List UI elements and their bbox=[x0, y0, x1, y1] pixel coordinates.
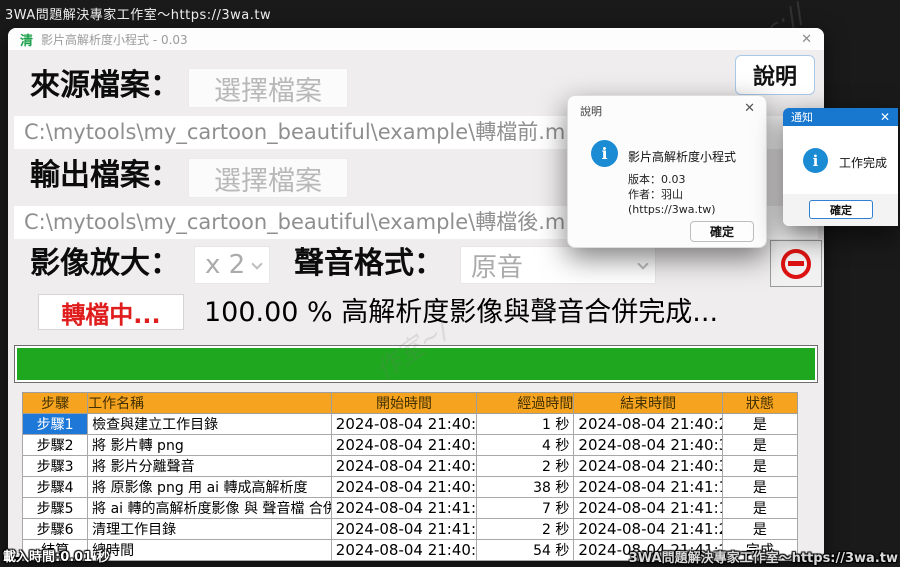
table-cell[interactable]: 步驟5 bbox=[21, 497, 89, 519]
table-cell[interactable]: 2024-08-04 21:40:33 bbox=[330, 476, 478, 498]
source-file-label: 來源檔案： bbox=[30, 68, 180, 103]
table-cell[interactable]: 2024-08-04 21:41:18 bbox=[330, 518, 478, 540]
table-cell[interactable]: 檢查與建立工作目錄 bbox=[87, 413, 332, 435]
help-dialog: 說明 ✕ i 影片高解析度小程式 版本：0.03 作者：羽山 (https://… bbox=[567, 95, 767, 248]
table-cell[interactable]: 2 秒 bbox=[476, 518, 575, 540]
notify-dialog-ok-button[interactable]: 確定 bbox=[809, 200, 873, 219]
table-row: 步驟1檢查與建立工作目錄2024-08-04 21:40:261 秒2024-0… bbox=[21, 413, 799, 435]
table-cell[interactable]: 2024-08-04 21:40:31 bbox=[330, 455, 478, 477]
notify-dialog-close-icon[interactable]: ✕ bbox=[880, 110, 890, 124]
task-table: 步驟 工作名稱 開始時間 經過時間 結束時間 狀態 步驟1 檢查與建立工作目錄 2024-08… bbox=[21, 392, 799, 561]
table-cell[interactable]: 步驟3 bbox=[21, 455, 89, 477]
table-cell[interactable]: 2024-08-04 21:41:11 bbox=[330, 497, 478, 519]
table-cell[interactable]: 38 秒 bbox=[476, 476, 575, 498]
converting-status-button[interactable]: 轉檔中... bbox=[38, 294, 184, 330]
source-choose-file-button[interactable]: 選擇檔案 bbox=[188, 68, 348, 108]
table-cell[interactable]: 2024-08-04 21:41:18 bbox=[573, 497, 723, 519]
table-cell[interactable]: 2024-08-04 21:41:20 bbox=[573, 518, 723, 540]
window-title: 影片高解析度小程式 - 0.03 bbox=[41, 32, 188, 47]
info-icon: i bbox=[591, 140, 618, 167]
desktop-top-caption: 3WA問題解決專家工作室～https://3wa.tw bbox=[5, 8, 272, 23]
table-cell[interactable]: 2024-08-04 21:40:26 bbox=[330, 413, 478, 435]
table-header-cell: 結束時間 bbox=[573, 392, 723, 414]
notify-dialog-title: 通知 bbox=[791, 111, 813, 124]
table-cell[interactable]: 2024-08-04 21:40:31 bbox=[573, 434, 723, 456]
scale-label: 影像放大： bbox=[30, 246, 180, 281]
output-file-label: 輸出檔案： bbox=[30, 158, 180, 193]
window-titlebar: 清 影片高解析度小程式 - 0.03 ✕ bbox=[8, 28, 824, 50]
scale-select[interactable]: x 2 bbox=[194, 246, 270, 284]
table-cell[interactable]: 54 秒 bbox=[476, 539, 575, 561]
table-body: 步驟1檢查與建立工作目錄2024-08-04 21:40:261 秒2024-0… bbox=[21, 413, 799, 561]
table-cell[interactable]: 是 bbox=[721, 476, 799, 498]
table-row: 步驟6清理工作目錄2024-08-04 21:41:182 秒2024-08-0… bbox=[21, 518, 799, 540]
help-dialog-meta: 版本：0.03 作者：羽山 (https://3wa.tw) bbox=[628, 172, 766, 217]
stop-icon bbox=[781, 248, 811, 279]
table-cell[interactable]: 將 原影像 png 用 ai 轉成高解析度 bbox=[87, 476, 332, 498]
chevron-down-icon bbox=[251, 258, 263, 270]
table-row: 步驟5 將 ai 轉的高解析度影像 與 聲音檔 合併... 2024-08-04 2… bbox=[21, 497, 799, 519]
desktop-bottom-caption: 3WA問題解決專家工作室～https://3wa.tw bbox=[628, 551, 898, 566]
table-header-row: 步驟 工作名稱 開始時間 經過時間 結束時間 狀態 bbox=[21, 392, 799, 414]
progress-bar bbox=[14, 345, 818, 383]
table-cell[interactable]: 7 秒 bbox=[476, 497, 575, 519]
output-choose-file-button[interactable]: 選擇檔案 bbox=[188, 158, 348, 198]
table-cell[interactable]: 步驟1 bbox=[21, 413, 89, 435]
app-icon: 清 bbox=[20, 33, 34, 49]
audio-format-label: 聲音格式： bbox=[294, 246, 444, 281]
desktop: 3WA問題解決專家工作室～https://3wa.tw ttps:// 清 影片… bbox=[0, 0, 900, 567]
help-dialog-version: 版本：0.03 bbox=[628, 173, 686, 186]
table-header-cell: 工作名稱 bbox=[87, 392, 332, 414]
notify-dialog-message: 工作完成 bbox=[839, 156, 888, 170]
audio-format-select[interactable]: 原音 bbox=[460, 246, 656, 284]
table-cell[interactable]: 2024-08-04 21:40:27 bbox=[573, 413, 723, 435]
table-cell[interactable]: 是 bbox=[721, 413, 799, 435]
table-header-cell: 經過時間 bbox=[476, 392, 575, 414]
table-cell[interactable]: 是 bbox=[721, 455, 799, 477]
table-cell[interactable]: 是 bbox=[721, 434, 799, 456]
window-close-icon[interactable]: ✕ bbox=[801, 32, 812, 47]
table-cell[interactable]: 是 bbox=[721, 497, 799, 519]
notify-dialog-titlebar: 通知 ✕ bbox=[783, 108, 898, 126]
table-cell[interactable]: 將 ai 轉的高解析度影像 與 聲音檔 合併... bbox=[87, 497, 332, 519]
table-cell[interactable]: 2024-08-04 21:40:33 bbox=[573, 455, 723, 477]
help-button[interactable]: 說明 bbox=[735, 55, 815, 95]
table-header-cell: 狀態 bbox=[721, 392, 799, 414]
table-cell[interactable]: 總時間 bbox=[87, 539, 332, 561]
table-cell[interactable]: 2024-08-04 21:41:11 bbox=[573, 476, 723, 498]
table-header-cell: 步驟 bbox=[21, 392, 89, 414]
table-cell[interactable]: 2024-08-04 21:40:27 bbox=[330, 434, 478, 456]
table-cell[interactable]: 步驟2 bbox=[21, 434, 89, 456]
table-cell[interactable]: 清理工作目錄 bbox=[87, 518, 332, 540]
notify-dialog: 通知 ✕ i 工作完成 確定 bbox=[783, 108, 898, 226]
load-time-caption: 載入時間:0.01 秒 bbox=[3, 550, 110, 565]
help-dialog-ok-button[interactable]: 確定 bbox=[690, 221, 754, 242]
audio-format-value: 原音 bbox=[471, 252, 524, 283]
help-dialog-app-name: 影片高解析度小程式 bbox=[628, 150, 737, 164]
table-cell[interactable]: 2024-08-04 21:40:26 bbox=[330, 539, 478, 561]
table-cell[interactable]: 將 影片分離聲音 bbox=[87, 455, 332, 477]
table-cell[interactable]: 步驟4 bbox=[21, 476, 89, 498]
help-dialog-title: 說明 bbox=[580, 105, 602, 118]
progress-bar-fill bbox=[17, 348, 815, 380]
table-cell[interactable]: 將 影片轉 png bbox=[87, 434, 332, 456]
table-row: 步驟4 將 原影像 png 用 ai 轉成高解析度 2024-08-04 21:40… bbox=[21, 476, 799, 498]
table-row: 步驟2將 影片轉 png2024-08-04 21:40:274 秒2024-0… bbox=[21, 434, 799, 456]
table-cell[interactable]: 步驟6 bbox=[21, 518, 89, 540]
scale-value: x 2 bbox=[205, 250, 246, 280]
table-row: 步驟3將 影片分離聲音2024-08-04 21:40:312 秒2024-08… bbox=[21, 455, 799, 477]
table-cell[interactable]: 2 秒 bbox=[476, 455, 575, 477]
table-header-cell: 開始時間 bbox=[330, 392, 478, 414]
notify-dialog-footer: 確定 bbox=[783, 194, 898, 226]
progress-status-text: 100.00 % 高解析度影像與聲音合併完成... bbox=[204, 297, 719, 328]
table-cell[interactable]: 是 bbox=[721, 518, 799, 540]
stop-button[interactable] bbox=[770, 240, 822, 287]
info-icon: i bbox=[803, 148, 828, 173]
help-dialog-author: 作者：羽山 (https://3wa.tw) bbox=[628, 188, 716, 216]
table-cell[interactable]: 1 秒 bbox=[476, 413, 575, 435]
table-cell[interactable]: 4 秒 bbox=[476, 434, 575, 456]
help-dialog-close-icon[interactable]: ✕ bbox=[744, 101, 755, 116]
chevron-down-icon bbox=[637, 258, 649, 270]
